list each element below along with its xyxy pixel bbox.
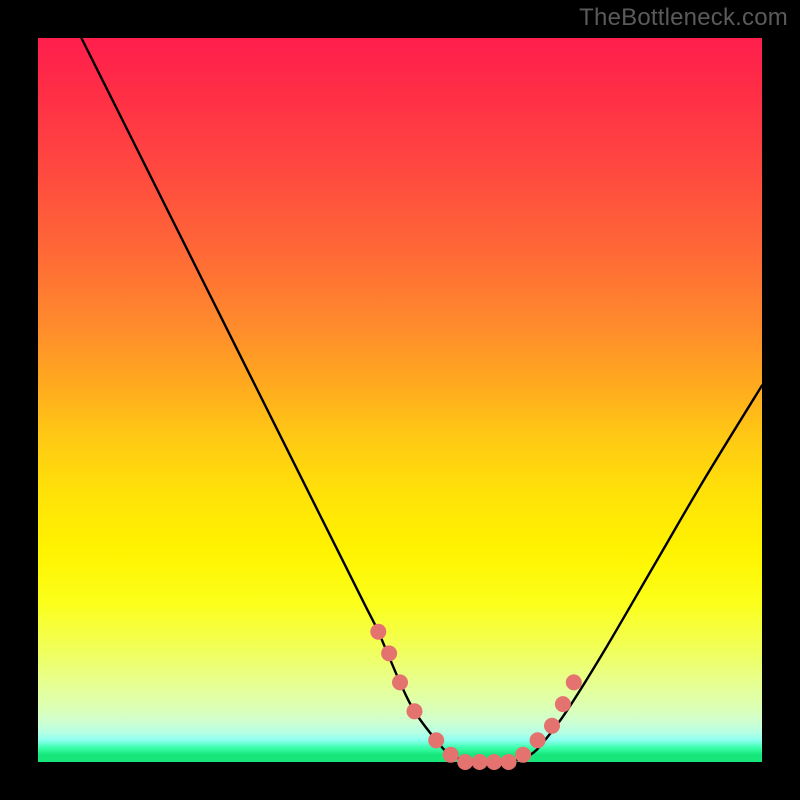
sample-dot bbox=[530, 732, 546, 748]
sample-dot bbox=[566, 674, 582, 690]
sample-dot bbox=[544, 718, 560, 734]
watermark-text: TheBottleneck.com bbox=[579, 4, 788, 32]
sample-dot bbox=[486, 754, 502, 770]
sample-dots-group bbox=[370, 624, 582, 770]
curve-layer bbox=[38, 38, 762, 762]
sample-dot bbox=[407, 703, 423, 719]
sample-dot bbox=[381, 645, 397, 661]
bottleneck-curve bbox=[81, 38, 762, 763]
sample-dot bbox=[457, 754, 473, 770]
plot-area bbox=[38, 38, 762, 762]
chart-frame: TheBottleneck.com bbox=[0, 0, 800, 800]
sample-dot bbox=[515, 747, 531, 763]
sample-dot bbox=[428, 732, 444, 748]
sample-dot bbox=[555, 696, 571, 712]
sample-dot bbox=[501, 754, 517, 770]
sample-dot bbox=[370, 624, 386, 640]
sample-dot bbox=[472, 754, 488, 770]
sample-dot bbox=[443, 747, 459, 763]
sample-dot bbox=[392, 674, 408, 690]
